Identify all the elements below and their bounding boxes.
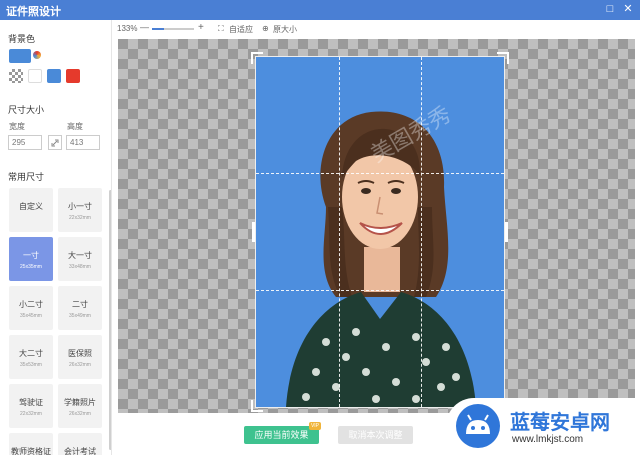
current-color-swatch[interactable]: [9, 49, 31, 63]
size-option[interactable]: 学籍照片 26x32mm: [58, 384, 102, 428]
close-icon[interactable]: ✕: [622, 3, 634, 15]
size-option[interactable]: 教师资格证: [9, 433, 53, 455]
brand-url: www.lmkjst.com: [512, 434, 584, 445]
size-option-name: 教师资格证: [11, 447, 51, 455]
link-icon[interactable]: [48, 135, 62, 150]
vip-badge: VIP: [308, 422, 321, 430]
size-option-name: 小二寸: [19, 300, 43, 309]
size-option-name: 学籍照片: [64, 398, 96, 407]
size-option-name: 一寸: [23, 251, 39, 260]
apply-button[interactable]: 应用当前效果 VIP: [244, 422, 321, 444]
photo-crop-frame[interactable]: 美图秀秀: [251, 52, 509, 412]
size-option[interactable]: 医保照 26x32mm: [58, 335, 102, 379]
width-input[interactable]: [8, 135, 42, 150]
size-option-name: 医保照: [68, 349, 92, 358]
size-option[interactable]: 驾驶证 22x32mm: [9, 384, 53, 428]
zoom-toolbar: 133% — + ⛶ 自适应 ⊕ 原大小: [112, 20, 640, 38]
size-option-dimension: 26x32mm: [69, 411, 91, 417]
size-option[interactable]: 二寸 35x49mm: [58, 286, 102, 330]
width-label: 宽度: [9, 122, 25, 131]
zoom-level: 133%: [117, 24, 138, 33]
sidebar-scrollbar[interactable]: [109, 190, 111, 450]
editing-canvas[interactable]: 美图秀秀: [118, 39, 635, 413]
size-option-dimension: 35x53mm: [20, 362, 42, 368]
original-size-button[interactable]: 原大小: [273, 24, 297, 35]
blue-swatch[interactable]: [47, 69, 61, 83]
size-option-name: 会计考试: [64, 447, 96, 455]
zoom-slider-fill: [152, 28, 164, 30]
size-option-dimension: 22x32mm: [20, 411, 42, 417]
crop-border: [255, 56, 505, 408]
white-swatch[interactable]: [28, 69, 42, 83]
background-color-label: 背景色: [8, 34, 36, 44]
size-label: 尺寸大小: [8, 105, 45, 115]
window-title: 证件照设计: [6, 6, 61, 18]
zoom-slider[interactable]: [152, 28, 194, 30]
size-option-dimension: 35x49mm: [69, 313, 91, 319]
size-option-name: 自定义: [19, 202, 43, 211]
common-sizes-label: 常用尺寸: [8, 172, 45, 182]
size-option-dimension: 33x48mm: [69, 264, 91, 270]
size-option-dimension: 35x45mm: [20, 313, 42, 319]
crop-handle-top-right[interactable]: [497, 52, 509, 64]
size-option-dimension: 22x32mm: [69, 215, 91, 221]
brand-name: 蓝莓安卓网: [510, 412, 610, 434]
size-option-name: 驾驶证: [19, 398, 43, 407]
cancel-button[interactable]: 取消本次调整: [338, 426, 413, 444]
size-option[interactable]: 大一寸 33x48mm: [58, 237, 102, 281]
fit-icon[interactable]: ⛶: [218, 24, 224, 34]
transparent-swatch[interactable]: [9, 69, 23, 83]
crop-handle-left[interactable]: [252, 222, 255, 242]
height-label: 高度: [67, 122, 83, 131]
size-option-name: 大一寸: [68, 251, 92, 260]
zoom-in-button[interactable]: +: [198, 22, 204, 33]
crop-handle-bottom-left[interactable]: [251, 400, 263, 412]
brand-overlay: 蓝莓安卓网 www.lmkjst.com: [446, 398, 640, 455]
size-option-name: 小一寸: [68, 202, 92, 211]
title-bar: 证件照设计 □ ✕: [0, 0, 640, 20]
crop-handle-right[interactable]: [505, 222, 508, 242]
zoom-out-button[interactable]: —: [140, 22, 149, 32]
size-option[interactable]: 会计考试: [58, 433, 102, 455]
original-size-icon[interactable]: ⊕: [262, 24, 269, 33]
size-option-dimension: 26x32mm: [69, 362, 91, 368]
red-swatch[interactable]: [66, 69, 80, 83]
size-option-name: 大二寸: [19, 349, 43, 358]
height-input[interactable]: [66, 135, 100, 150]
size-option[interactable]: 小一寸 22x32mm: [58, 188, 102, 232]
maximize-icon[interactable]: □: [604, 3, 616, 15]
apply-button-label: 应用当前效果: [254, 430, 309, 440]
size-option-dimension: 25x35mm: [20, 264, 42, 270]
sidebar: 背景色 尺寸大小 宽度 高度 常用尺寸 自定义 小一寸 22x32mm 一寸 25x35…: [0, 20, 112, 455]
size-option[interactable]: 自定义: [9, 188, 53, 232]
size-option[interactable]: 小二寸 35x45mm: [9, 286, 53, 330]
size-option[interactable]: 大二寸 35x53mm: [9, 335, 53, 379]
color-picker-icon[interactable]: [33, 51, 41, 59]
crop-handle-top-left[interactable]: [251, 52, 263, 64]
robot-logo-icon: [456, 404, 500, 448]
size-option-name: 二寸: [72, 300, 88, 309]
fit-button[interactable]: 自适应: [229, 24, 253, 35]
size-option[interactable]: 一寸 25x35mm: [9, 237, 53, 281]
